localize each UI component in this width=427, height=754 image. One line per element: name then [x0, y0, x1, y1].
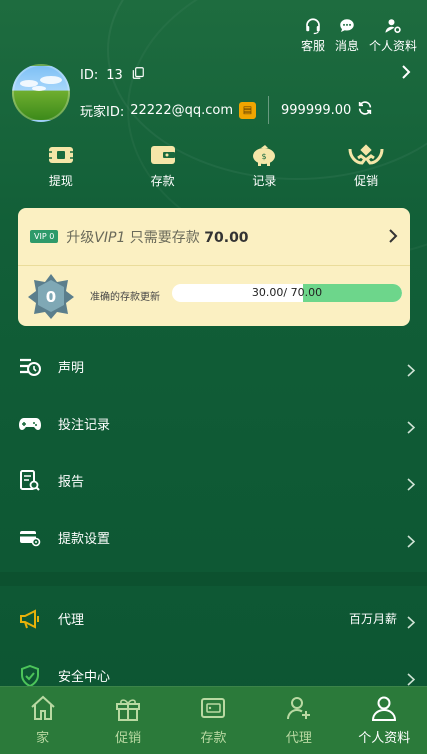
- menu-item-label: 提款设置: [58, 532, 111, 547]
- vip-card[interactable]: VIP 0 升级VIP1 只需要存款 70.00 0 准确的存款更新 30.00…: [18, 208, 410, 326]
- nav-agent[interactable]: 代理: [264, 695, 334, 746]
- vip-upgrade-row[interactable]: VIP 0 升级VIP1 只需要存款 70.00: [18, 208, 410, 266]
- vip-chevron-right-icon[interactable]: [388, 228, 398, 247]
- promotion-button[interactable]: 促销: [326, 142, 406, 189]
- profile-label: 个人资料: [368, 39, 417, 53]
- nav-deposit[interactable]: 存款: [178, 695, 248, 746]
- nav-profile-label: 个人资料: [358, 731, 411, 746]
- home-icon: [29, 695, 57, 725]
- statement-icon: [18, 355, 42, 379]
- customer-service-label: 客服: [300, 39, 325, 53]
- shield-icon: [18, 664, 42, 688]
- user-id-row: ID: 13: [80, 66, 145, 84]
- account-value: 22222@qq.com: [130, 102, 233, 118]
- chevron-right-icon: [407, 476, 416, 495]
- wallet-coin-icon: ▤: [239, 101, 256, 119]
- withdraw-icon: [47, 142, 75, 168]
- progress-label: 准确的存款更新: [90, 292, 160, 303]
- chevron-right-icon: [407, 614, 416, 633]
- records-button[interactable]: $ 记录: [224, 142, 304, 189]
- promotion-label: 促销: [354, 174, 379, 188]
- agent-salary-text: 百万月薪: [348, 612, 397, 626]
- svg-text:0: 0: [46, 288, 56, 306]
- menu-item-label: 代理: [58, 613, 85, 628]
- nav-home-label: 家: [36, 731, 50, 746]
- megaphone-icon: [18, 607, 42, 631]
- svg-text:$: $: [262, 152, 267, 161]
- vip-badge: VIP 0: [30, 230, 59, 243]
- chevron-right-icon: [407, 362, 416, 381]
- gift-icon: [114, 695, 142, 725]
- messages-button[interactable]: 消息: [335, 16, 359, 54]
- menu-item-label: 安全中心: [58, 670, 111, 685]
- header-actions: 客服 消息 个人资料: [301, 16, 417, 54]
- menu-item-withdraw-settings[interactable]: 提款设置: [0, 509, 427, 566]
- messages-label: 消息: [334, 39, 359, 53]
- menu-item-bet-records[interactable]: 投注记录: [0, 395, 427, 452]
- nav-profile[interactable]: 个人资料: [349, 695, 419, 746]
- user-id-label: ID:: [80, 67, 99, 83]
- chevron-right-icon: [407, 533, 416, 552]
- user-settings-icon: [383, 16, 403, 36]
- promotion-icon: [348, 142, 384, 168]
- nav-promotion[interactable]: 促销: [93, 695, 163, 746]
- card-settings-icon: [18, 526, 42, 550]
- deposit-label: 存款: [150, 174, 175, 188]
- chevron-right-icon: [407, 419, 416, 438]
- menu: 声明 投注记录 报告 提款设置 代理 百万月薪 安全中心: [0, 338, 427, 704]
- gamepad-icon: [18, 412, 42, 436]
- separator: [268, 96, 269, 124]
- avatar[interactable]: [12, 64, 70, 122]
- report-icon: [18, 469, 42, 493]
- wallet-icon: [149, 142, 177, 168]
- wallet-icon: [199, 695, 227, 725]
- progress-text: 30.00/ 70.00: [251, 286, 323, 299]
- withdraw-button[interactable]: 提现: [21, 142, 101, 189]
- menu-item-label: 声明: [58, 361, 85, 376]
- add-user-icon: [285, 695, 313, 725]
- vip-upgrade-text: 升级VIP1 只需要存款 70.00: [66, 229, 249, 246]
- menu-item-statement[interactable]: 声明: [0, 338, 427, 395]
- profile-chevron-right-icon[interactable]: [401, 64, 411, 83]
- deposit-button[interactable]: 存款: [123, 142, 203, 189]
- bottom-nav: 家 促销 存款 代理 个人资料: [0, 686, 427, 754]
- profile-button[interactable]: 个人资料: [369, 16, 417, 54]
- piggy-bank-icon: $: [250, 142, 278, 168]
- user-icon: [370, 695, 398, 725]
- nav-deposit-label: 存款: [200, 731, 227, 746]
- quick-actions: 提现 存款 $ 记录 促销: [0, 142, 427, 189]
- nav-home[interactable]: 家: [8, 695, 78, 746]
- menu-item-report[interactable]: 报告: [0, 452, 427, 509]
- records-label: 记录: [252, 174, 277, 188]
- balance-value: 999999.00: [281, 102, 352, 118]
- refresh-icon[interactable]: [357, 100, 373, 120]
- nav-agent-label: 代理: [285, 731, 312, 746]
- vip-progress-row: 0 准确的存款更新 30.00/ 70.00: [18, 266, 410, 326]
- nav-promotion-label: 促销: [115, 731, 142, 746]
- menu-item-agent[interactable]: 代理 百万月薪: [0, 590, 427, 647]
- vip-emblem-icon: 0: [26, 272, 76, 320]
- headset-icon: [303, 16, 323, 36]
- withdraw-label: 提现: [48, 174, 73, 188]
- user-id-value: 13: [106, 67, 123, 83]
- deposit-progress-bar: 30.00/ 70.00: [172, 284, 402, 302]
- page: 客服 消息 个人资料 ID: 13 玩家ID: 22222@qq.com ▤ 9…: [0, 0, 427, 754]
- account-label: 玩家ID:: [80, 104, 125, 120]
- copy-icon[interactable]: [131, 66, 145, 84]
- menu-item-label: 报告: [58, 475, 85, 490]
- customer-service-button[interactable]: 客服: [301, 16, 325, 54]
- menu-item-label: 投注记录: [58, 418, 111, 433]
- account-row: 玩家ID: 22222@qq.com ▤ 999999.00: [80, 96, 373, 124]
- message-icon: [337, 16, 357, 36]
- section-divider: [0, 572, 427, 586]
